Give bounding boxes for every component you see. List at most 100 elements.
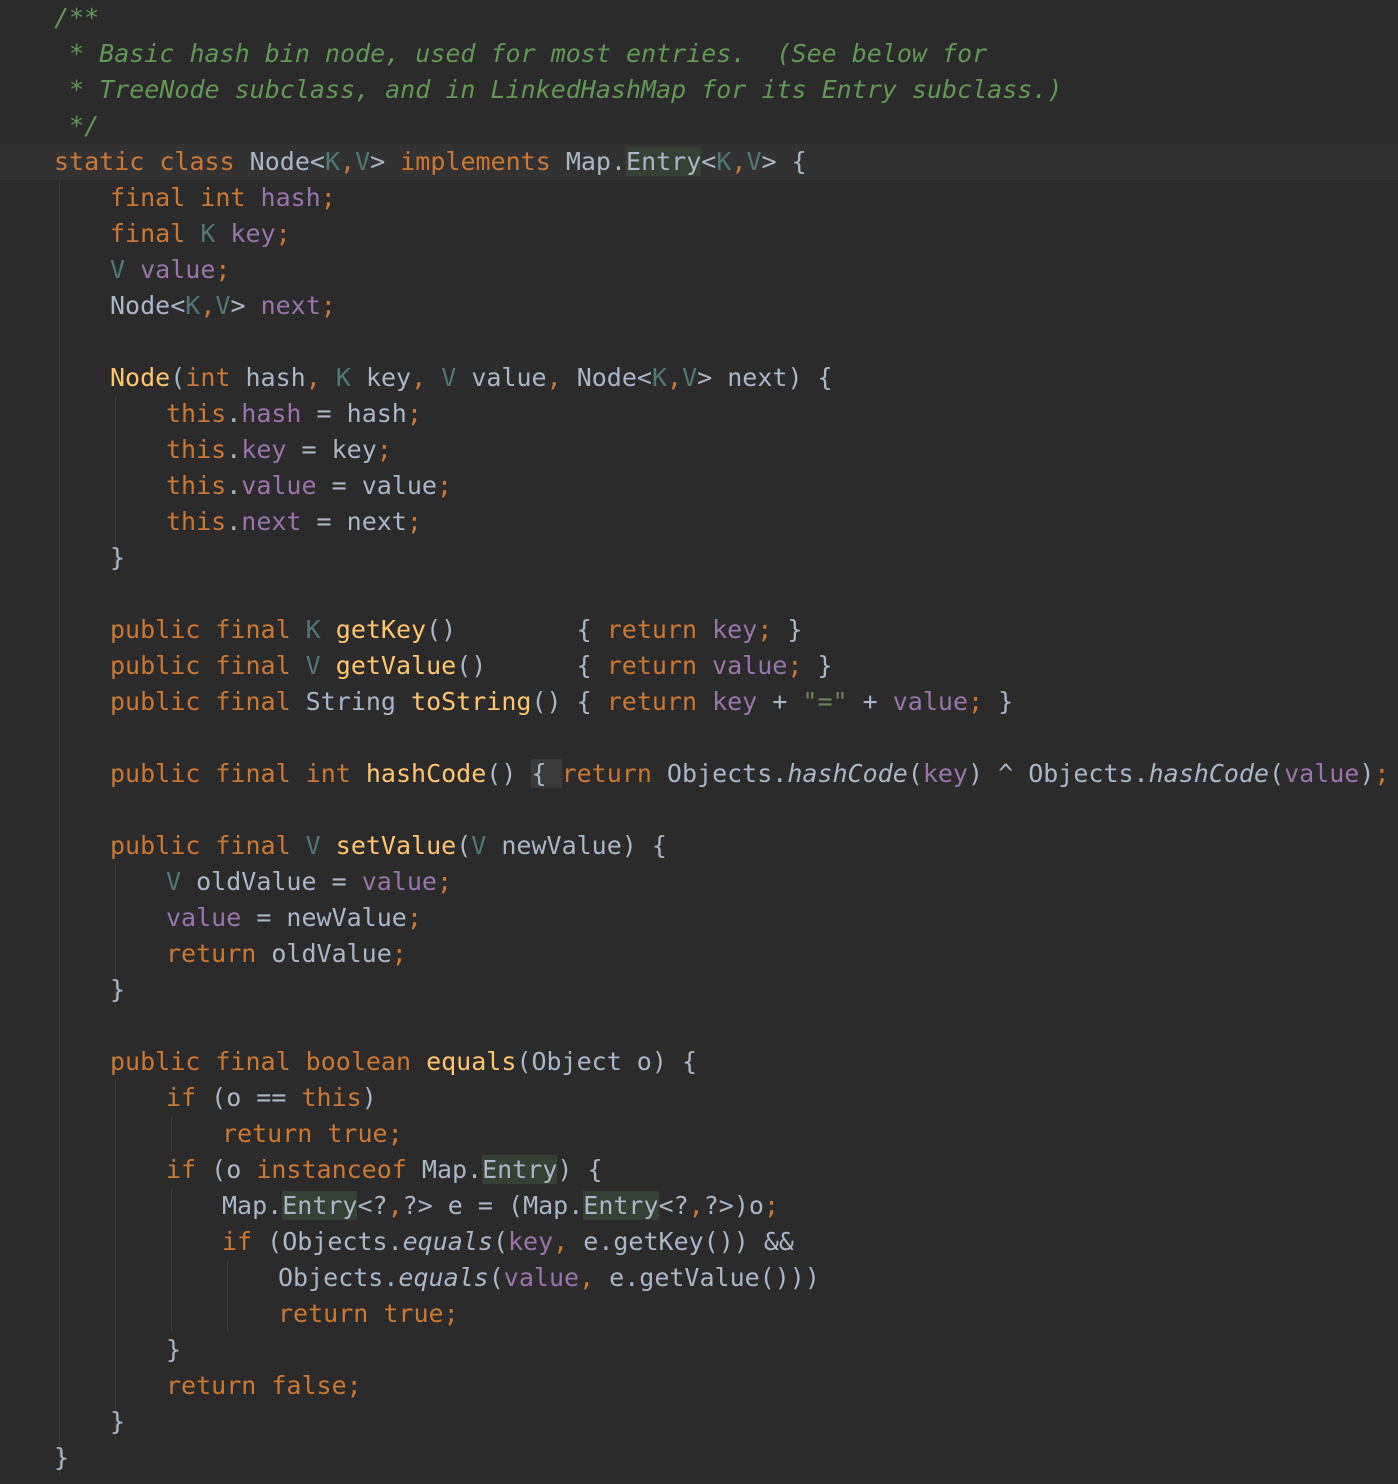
code-line[interactable]: if (o instanceof Map.Entry) { bbox=[0, 1152, 1398, 1188]
code-text: final int hash; bbox=[110, 180, 336, 216]
code-text: * TreeNode subclass, and in LinkedHashMa… bbox=[54, 72, 1062, 108]
code-token: , bbox=[579, 1263, 610, 1292]
code-line[interactable]: this.value = value; bbox=[0, 468, 1398, 504]
code-line[interactable]: * TreeNode subclass, and in LinkedHashMa… bbox=[0, 72, 1398, 108]
code-token: V bbox=[441, 363, 472, 392]
code-line[interactable]: Map.Entry<?,?> e = (Map.Entry<?,?>)o; bbox=[0, 1188, 1398, 1224]
code-text: this.key = key; bbox=[166, 432, 392, 468]
code-line[interactable]: } bbox=[0, 972, 1398, 1008]
code-token: } bbox=[54, 1443, 70, 1472]
code-text: public final V getValue() { return value… bbox=[110, 648, 833, 684]
code-text: return true; bbox=[278, 1296, 459, 1332]
code-token: /** bbox=[54, 3, 100, 32]
code-line[interactable]: /** bbox=[0, 0, 1398, 36]
code-line[interactable]: } bbox=[0, 1404, 1398, 1440]
code-token: key bbox=[508, 1227, 554, 1256]
code-token: * TreeNode subclass, and in LinkedHashMa… bbox=[54, 75, 1063, 104]
code-token: , bbox=[305, 363, 336, 392]
code-token: hashCode bbox=[787, 759, 908, 788]
code-line[interactable]: if (o == this) bbox=[0, 1080, 1398, 1116]
code-token: } bbox=[110, 543, 126, 572]
code-line[interactable]: public final K getKey() { return key; } bbox=[0, 612, 1398, 648]
code-line[interactable]: public final String toString() { return … bbox=[0, 684, 1398, 720]
code-token: newValue) { bbox=[501, 831, 667, 860]
code-line[interactable]: value = newValue; bbox=[0, 900, 1398, 936]
code-token: ; bbox=[968, 687, 999, 716]
code-token: + bbox=[862, 687, 893, 716]
code-token: } bbox=[110, 975, 126, 1004]
code-token: getKey bbox=[335, 615, 427, 644]
code-line[interactable] bbox=[0, 1008, 1398, 1044]
code-token: () bbox=[486, 759, 532, 788]
code-text: public final K getKey() { return key; } bbox=[110, 612, 802, 648]
code-token: public final bbox=[110, 615, 306, 644]
code-token: this bbox=[166, 507, 227, 536]
code-token: ; bbox=[215, 255, 231, 284]
code-token: , bbox=[553, 1227, 584, 1256]
code-line[interactable]: public final int hashCode() { return Obj… bbox=[0, 756, 1398, 792]
code-line[interactable]: return false; bbox=[0, 1368, 1398, 1404]
code-line[interactable]: final int hash; bbox=[0, 180, 1398, 216]
code-token: toString bbox=[411, 687, 532, 716]
code-token: V bbox=[305, 831, 336, 860]
code-token: < bbox=[701, 147, 717, 176]
code-token: "=" bbox=[802, 687, 863, 716]
code-token: . bbox=[226, 399, 242, 428]
code-line[interactable]: return oldValue; bbox=[0, 936, 1398, 972]
code-line[interactable]: this.key = key; bbox=[0, 432, 1398, 468]
code-line[interactable]: public final V setValue(V newValue) { bbox=[0, 828, 1398, 864]
code-line[interactable] bbox=[0, 576, 1398, 612]
code-token: value bbox=[361, 867, 437, 896]
code-line[interactable]: this.next = next; bbox=[0, 504, 1398, 540]
code-token: = value bbox=[331, 471, 437, 500]
code-line[interactable]: return true; bbox=[0, 1116, 1398, 1152]
code-line[interactable]: Node<K,V> next; bbox=[0, 288, 1398, 324]
code-line[interactable]: * Basic hash bin node, used for most ent… bbox=[0, 36, 1398, 72]
code-token: next bbox=[241, 507, 317, 536]
code-token: K bbox=[305, 615, 336, 644]
code-line[interactable] bbox=[0, 792, 1398, 828]
code-text: Node<K,V> next; bbox=[110, 288, 336, 324]
code-token: V bbox=[746, 147, 762, 176]
code-line[interactable]: } bbox=[0, 1440, 1398, 1476]
code-line[interactable]: Objects.equals(value, e.getValue())) bbox=[0, 1260, 1398, 1296]
code-token: Node< bbox=[249, 147, 325, 176]
code-token: (o bbox=[211, 1155, 257, 1184]
code-token: if bbox=[166, 1155, 212, 1184]
code-token: hash bbox=[245, 363, 306, 392]
code-token: return true; bbox=[222, 1119, 403, 1148]
code-line[interactable]: this.hash = hash; bbox=[0, 396, 1398, 432]
code-line[interactable]: return true; bbox=[0, 1296, 1398, 1332]
code-token: ; bbox=[787, 651, 818, 680]
code-token: > { bbox=[761, 147, 807, 176]
code-token: ) ^ Objects. bbox=[967, 759, 1149, 788]
code-token: hashCode bbox=[1148, 759, 1270, 788]
code-line[interactable]: public final boolean equals(Object o) { bbox=[0, 1044, 1398, 1080]
code-token: return true; bbox=[278, 1299, 459, 1328]
code-line[interactable] bbox=[0, 720, 1398, 756]
code-text: static class Node<K,V> implements Map.En… bbox=[54, 144, 807, 180]
code-token: (Object o) { bbox=[516, 1047, 698, 1076]
code-token: ; bbox=[757, 615, 788, 644]
code-line[interactable]: V oldValue = value; bbox=[0, 864, 1398, 900]
code-line[interactable]: final K key; bbox=[0, 216, 1398, 252]
code-token: Entry bbox=[583, 1191, 659, 1220]
code-line[interactable]: static class Node<K,V> implements Map.En… bbox=[0, 144, 1398, 180]
code-line[interactable]: } bbox=[0, 540, 1398, 576]
code-line[interactable]: if (Objects.equals(key, e.getKey()) && bbox=[0, 1224, 1398, 1260]
code-token: equals bbox=[398, 1263, 489, 1292]
code-token: equals bbox=[402, 1227, 493, 1256]
code-token: . bbox=[226, 507, 242, 536]
code-token: . bbox=[226, 471, 242, 500]
code-text: final K key; bbox=[110, 216, 291, 252]
code-editor[interactable]: /** * Basic hash bin node, used for most… bbox=[0, 0, 1398, 1484]
code-token: this bbox=[166, 435, 227, 464]
code-line[interactable]: */ bbox=[0, 108, 1398, 144]
code-token: return bbox=[561, 759, 667, 788]
code-line[interactable]: } bbox=[0, 1332, 1398, 1368]
code-line[interactable]: public final V getValue() { return value… bbox=[0, 648, 1398, 684]
code-line[interactable] bbox=[0, 324, 1398, 360]
code-token: ; bbox=[436, 471, 453, 500]
code-line[interactable]: V value; bbox=[0, 252, 1398, 288]
code-line[interactable]: Node(int hash, K key, V value, Node<K,V>… bbox=[0, 360, 1398, 396]
